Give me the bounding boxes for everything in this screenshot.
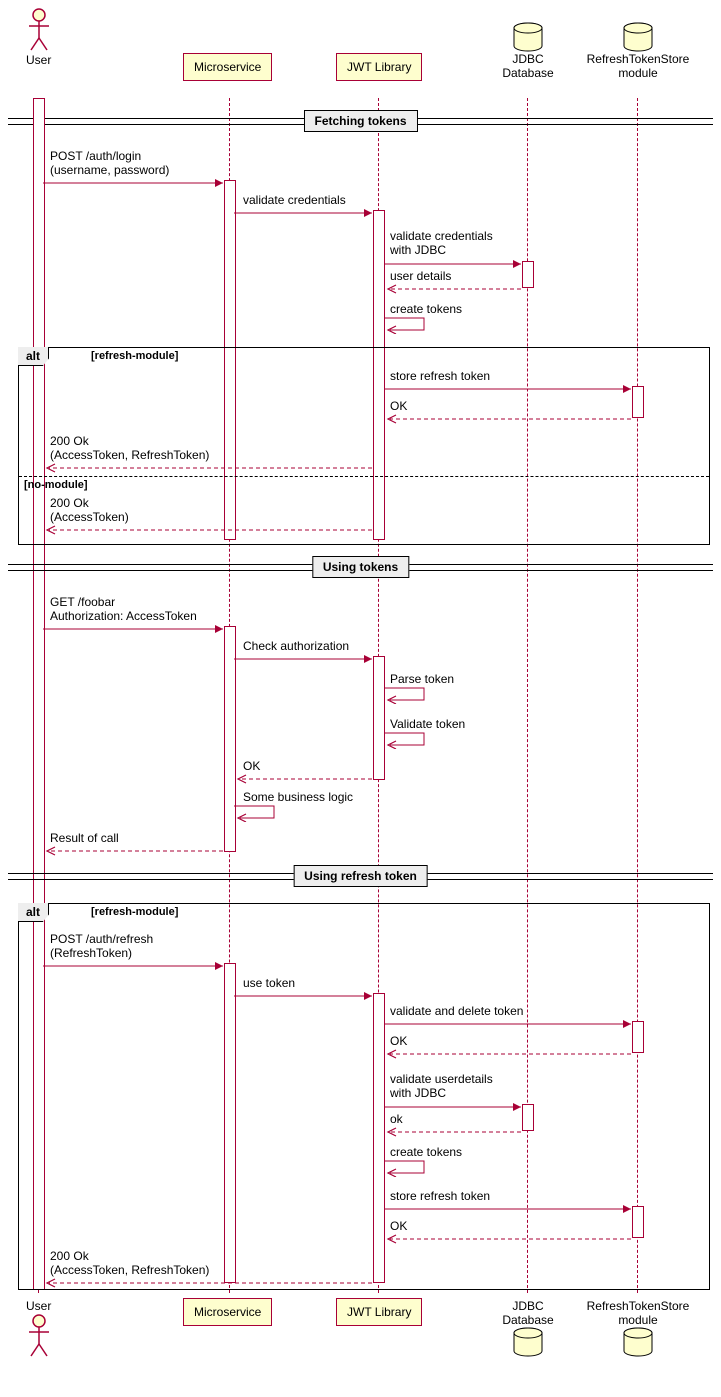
message-arrow — [384, 1102, 527, 1112]
participant-box: JWT Library — [336, 53, 422, 81]
participant-box: JWT Library — [336, 1298, 422, 1326]
alt-tag: alt — [18, 347, 49, 366]
message-arrow — [43, 961, 229, 971]
message-label: user details — [390, 270, 451, 284]
message-arrow — [43, 846, 229, 856]
message-label: validate and delete token — [390, 1005, 523, 1019]
message-arrow — [384, 259, 527, 269]
divider-using: Using tokens — [312, 556, 409, 578]
participant-microservice-bottom: Microservice — [183, 1298, 272, 1326]
message-label: Some business logic — [243, 791, 353, 805]
message-arrow — [43, 525, 378, 535]
participant-store: RefreshTokenStore module — [578, 23, 698, 81]
message-arrow — [234, 208, 378, 218]
alt-guard: [refresh-module] — [91, 350, 178, 362]
message-label: OK — [243, 760, 260, 774]
message-label: GET /foobar Authorization: AccessToken — [50, 596, 197, 624]
message-label: validate credentials with JDBC — [390, 230, 493, 258]
database-icon — [623, 1328, 653, 1356]
message-arrow — [43, 463, 378, 473]
message-label: create tokens — [390, 1146, 462, 1160]
database-icon — [513, 1328, 543, 1356]
message-arrow — [384, 384, 637, 394]
actor-icon — [27, 1314, 51, 1358]
message-label: use token — [243, 977, 295, 991]
alt-separator — [19, 476, 709, 477]
participant-jwt: JWT Library — [336, 53, 422, 81]
message-label: validate userdetails with JDBC — [390, 1073, 493, 1101]
message-self-arrow — [384, 316, 429, 334]
message-arrow — [43, 1278, 378, 1288]
message-self-arrow — [384, 686, 429, 704]
actor-label: User — [26, 1300, 51, 1314]
message-label: 200 Ok (AccessToken, RefreshToken) — [50, 1250, 209, 1278]
actor-user-bottom: User — [26, 1298, 51, 1358]
message-self-arrow — [384, 731, 429, 749]
alt-guard: [no-module] — [24, 479, 88, 491]
message-arrow — [384, 1019, 637, 1029]
message-arrow — [43, 624, 229, 634]
database-icon — [513, 23, 543, 51]
message-label: OK — [390, 1035, 407, 1049]
actor-user: User — [26, 8, 51, 68]
message-label: POST /auth/login (username, password) — [50, 150, 169, 178]
message-label: 200 Ok (AccessToken, RefreshToken) — [50, 435, 209, 463]
message-label: store refresh token — [390, 1190, 490, 1204]
message-label: POST /auth/refresh (RefreshToken) — [50, 933, 153, 961]
participant-label: JDBC Database — [498, 1300, 558, 1328]
message-arrow — [234, 774, 378, 784]
message-arrow — [43, 178, 229, 188]
participant-label: JDBC Database — [498, 53, 558, 81]
participant-box: Microservice — [183, 1298, 272, 1326]
participant-store-bottom: RefreshTokenStore module — [578, 1298, 698, 1358]
message-arrow — [384, 1234, 637, 1244]
participant-db: JDBC Database — [498, 23, 558, 81]
message-self-arrow — [234, 804, 279, 822]
message-label: Parse token — [390, 673, 454, 687]
message-label: Result of call — [50, 832, 119, 846]
message-arrow — [384, 1204, 637, 1214]
message-arrow — [384, 284, 527, 294]
participant-microservice: Microservice — [183, 53, 272, 81]
participant-db-bottom: JDBC Database — [498, 1298, 558, 1358]
message-label: Validate token — [390, 718, 465, 732]
divider-refresh: Using refresh token — [293, 865, 428, 887]
activation-microservice — [224, 963, 236, 1283]
message-self-arrow — [384, 1159, 429, 1177]
actor-label: User — [26, 54, 51, 68]
alt-guard: [refresh-module] — [91, 906, 178, 918]
message-arrow — [384, 414, 637, 424]
message-label: create tokens — [390, 303, 462, 317]
divider-fetching: Fetching tokens — [303, 110, 417, 132]
message-arrow — [234, 991, 378, 1001]
message-arrow — [234, 654, 378, 664]
participant-label: RefreshTokenStore module — [578, 53, 698, 81]
alt-tag: alt — [18, 903, 49, 922]
message-label: validate credentials — [243, 194, 346, 208]
message-label: 200 Ok (AccessToken) — [50, 497, 129, 525]
message-arrow — [384, 1127, 527, 1137]
message-arrow — [384, 1049, 637, 1059]
message-label: OK — [390, 1220, 407, 1234]
participant-box: Microservice — [183, 53, 272, 81]
actor-icon — [27, 8, 51, 52]
database-icon — [623, 23, 653, 51]
message-label: OK — [390, 400, 407, 414]
activation-jwt — [373, 656, 385, 780]
message-label: store refresh token — [390, 370, 490, 384]
participant-label: RefreshTokenStore module — [578, 1300, 698, 1328]
message-label: ok — [390, 1113, 403, 1127]
sequence-diagram: User Microservice JWT Library JDBC Datab… — [8, 8, 713, 1389]
participant-jwt-bottom: JWT Library — [336, 1298, 422, 1326]
message-label: Check authorization — [243, 640, 349, 654]
